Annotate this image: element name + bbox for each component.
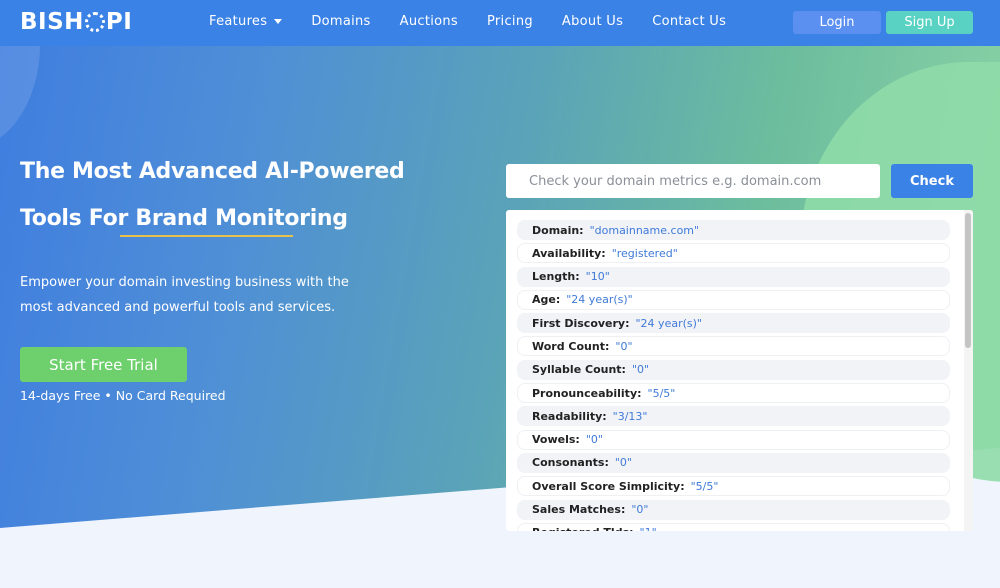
metrics-list: Domain: "domainname.com" Availability: "reg… <box>517 220 950 531</box>
metric-value: "0" <box>614 456 632 470</box>
check-button[interactable]: Check <box>891 164 973 198</box>
metric-key: Pronounceability: <box>532 386 642 400</box>
start-free-trial-button[interactable]: Start Free Trial <box>20 347 187 382</box>
hero-headline: The Most Advanced AI-Powered Tools For B… <box>20 148 440 242</box>
nav-link-contact-us[interactable]: Contact Us <box>652 14 726 29</box>
headline-line-1: The Most Advanced AI-Powered <box>20 159 405 184</box>
metric-row: Syllable Count: "0" <box>517 359 950 380</box>
metric-value: "24 year(s)" <box>566 293 633 307</box>
main-nav: Features Domains Auctions Pricing About … <box>209 14 755 29</box>
logo-text-prefix: BISH <box>20 9 84 35</box>
metric-row: Pronounceability: "5/5" <box>517 383 950 404</box>
metric-row: Readability: "3/13" <box>517 406 950 427</box>
metric-key: Readability: <box>532 409 607 423</box>
metric-row: Consonants: "0" <box>517 452 950 473</box>
metric-row: Overall Score Simplicity: "5/5" <box>517 476 950 497</box>
metric-value: "3/13" <box>612 409 648 423</box>
metric-key: Availability: <box>532 246 606 260</box>
metric-value: "5/5" <box>647 386 676 400</box>
metric-key: Age: <box>532 293 561 307</box>
metric-row: Vowels: "0" <box>517 429 950 450</box>
caret-down-icon <box>274 19 283 24</box>
metric-key: Vowels: <box>532 433 580 447</box>
brand-logo[interactable]: BISH PI <box>20 9 132 35</box>
metric-key: Syllable Count: <box>532 363 626 377</box>
logo-text-suffix: PI <box>105 9 133 35</box>
headline-underline <box>120 235 293 237</box>
metric-key: Length: <box>532 270 580 284</box>
nav-link-label: Features <box>209 14 268 29</box>
metric-key: Domain: <box>532 223 584 237</box>
signup-button[interactable]: Sign Up <box>886 11 973 34</box>
metric-row: First Discovery: "24 year(s)" <box>517 313 950 334</box>
metric-value: "registered" <box>611 246 678 260</box>
metric-value: "10" <box>585 270 610 284</box>
metric-value: "24 year(s)" <box>635 316 702 330</box>
login-button[interactable]: Login <box>793 11 881 34</box>
metric-key: Overall Score Simplicity: <box>532 479 685 493</box>
logo-sun-icon <box>84 12 105 32</box>
metric-row: Domain: "domainname.com" <box>517 220 950 240</box>
domain-metrics-panel[interactable]: Domain: "domainname.com" Availability: "reg… <box>506 210 973 531</box>
metric-value: "5/5" <box>690 479 719 493</box>
metric-key: Word Count: <box>532 339 610 353</box>
metric-value: "domainname.com" <box>589 223 700 237</box>
hero-subtext: Empower your domain investing business w… <box>20 275 349 315</box>
metric-value: "0" <box>631 503 649 517</box>
metric-value: "0" <box>615 339 633 353</box>
nav-link-auctions[interactable]: Auctions <box>400 14 458 29</box>
metric-value: "0" <box>631 363 650 377</box>
metric-key: First Discovery: <box>532 316 630 330</box>
nav-link-domains[interactable]: Domains <box>311 14 370 29</box>
metric-row: Registered Tlds: "1" <box>517 522 950 531</box>
metric-key: Registered Tlds: <box>532 526 634 531</box>
trial-note: 14-days Free • No Card Required <box>20 388 226 403</box>
results-scrollbar[interactable] <box>964 210 973 531</box>
metric-row: Sales Matches: "0" <box>517 499 950 520</box>
metric-key: Consonants: <box>532 456 609 470</box>
metric-key: Sales Matches: <box>532 503 626 517</box>
metric-row: Availability: "registered" <box>517 243 950 264</box>
metric-value: "0" <box>585 433 603 447</box>
domain-search-input[interactable] <box>506 164 880 198</box>
nav-link-pricing[interactable]: Pricing <box>487 14 533 29</box>
nav-link-features[interactable]: Features <box>209 14 283 29</box>
metric-value: "1" <box>640 526 657 531</box>
metric-row: Length: "10" <box>517 266 950 287</box>
metric-row: Word Count: "0" <box>517 336 950 357</box>
scrollbar-thumb[interactable] <box>965 213 971 348</box>
metric-row: Age: "24 year(s)" <box>517 289 950 310</box>
nav-link-about-us[interactable]: About Us <box>562 14 623 29</box>
top-navbar: BISH PI Features Domains Auctions Pricin… <box>0 0 1000 46</box>
